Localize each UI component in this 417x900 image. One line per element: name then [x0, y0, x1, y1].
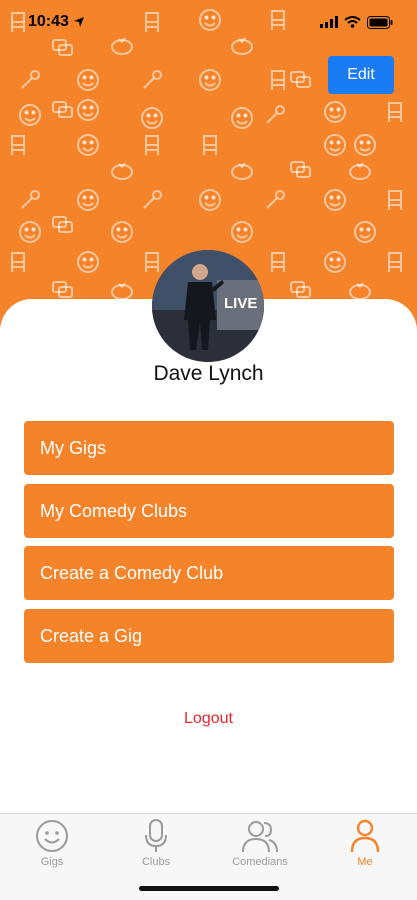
people-icon — [242, 821, 278, 853]
avatar[interactable]: LIVE — [152, 250, 264, 362]
avatar-overlay-text: LIVE — [224, 295, 257, 312]
tab-clubs-label: Clubs — [141, 856, 171, 868]
battery-icon — [367, 15, 393, 29]
smiley-icon — [36, 820, 68, 852]
my-comedy-clubs-label: My Comedy Clubs — [40, 500, 188, 521]
create-comedy-club-label: Create a Comedy Club — [40, 562, 224, 583]
create-gig-button[interactable]: Create a Gig — [24, 609, 394, 663]
my-gigs-label: My Gigs — [40, 437, 107, 458]
profile-name: Dave Lynch — [153, 362, 264, 385]
create-gig-label: Create a Gig — [40, 625, 143, 646]
create-comedy-club-button[interactable]: Create a Comedy Club — [24, 546, 394, 600]
tab-me[interactable]: Me — [313, 818, 417, 868]
status-bar: 10:43 — [0, 0, 417, 44]
tab-comedians-label: Comedians — [232, 856, 288, 868]
location-arrow-icon — [73, 17, 84, 27]
avatar-photo: LIVE — [152, 250, 264, 362]
tab-gigs[interactable]: Gigs — [0, 818, 104, 868]
status-icons — [320, 15, 393, 29]
tab-clubs[interactable]: Clubs — [104, 818, 208, 868]
home-indicator[interactable] — [139, 886, 279, 891]
logout-link[interactable]: Logout — [0, 710, 417, 728]
tab-me-label: Me — [357, 856, 373, 868]
edit-button[interactable]: Edit — [328, 56, 394, 94]
my-comedy-clubs-button[interactable]: My Comedy Clubs — [24, 484, 394, 538]
cellular-signal-icon — [320, 16, 338, 28]
my-gigs-button[interactable]: My Gigs — [24, 421, 394, 475]
status-time: 10:43 — [28, 13, 85, 31]
microphone-icon — [145, 819, 167, 852]
tab-gigs-label: Gigs — [40, 856, 64, 868]
tab-comedians[interactable]: Comedians — [208, 818, 312, 868]
wifi-icon — [344, 16, 361, 28]
person-icon — [350, 819, 380, 853]
